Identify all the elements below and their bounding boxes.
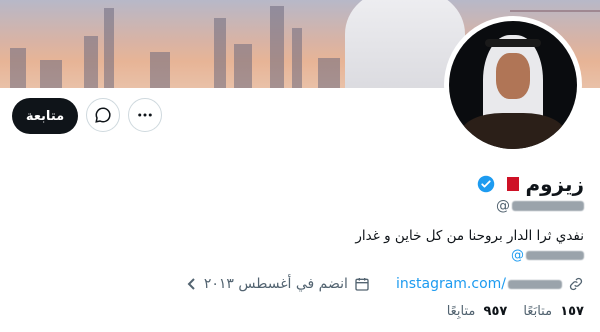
bio-mention-at: @ (511, 248, 524, 263)
calendar-icon (355, 278, 369, 291)
following-count: ١٥٧ (560, 304, 584, 319)
avatar-face (496, 53, 530, 99)
profile-avatar[interactable] (444, 16, 582, 154)
banner-building (84, 36, 98, 88)
message-icon (95, 107, 111, 123)
avatar-photo (449, 21, 577, 149)
followers-label: متابِعًا (446, 304, 476, 319)
banner-building (318, 58, 340, 88)
banner-building (10, 48, 26, 88)
followers-count: ٩٥٧ (483, 304, 508, 319)
more-icon (138, 113, 152, 117)
chevron-left-icon[interactable] (186, 277, 198, 291)
profile-meta: instagram.com/ انضم في أغسطس ٢٠١٣ (186, 276, 584, 292)
followers-stat[interactable]: ٩٥٧ متابِعًا (447, 304, 508, 319)
website-redacted (508, 279, 562, 289)
banner-building (270, 6, 284, 88)
name-row: زيزوم (477, 172, 584, 196)
profile-handle: @ (496, 198, 584, 214)
profile-stats: ١٥٧ متابَعًا ٩٥٧ متابِعًا (447, 304, 584, 319)
handle-at: @ (496, 198, 510, 214)
banner-building (214, 18, 226, 88)
following-label: متابَعًا (523, 304, 553, 319)
bahrain-flag-icon (501, 177, 520, 191)
message-button[interactable] (86, 98, 120, 132)
banner-building (40, 60, 62, 88)
verified-badge-icon[interactable] (477, 175, 495, 193)
display-name: زيزوم (525, 172, 584, 196)
profile-bio: نفدي ثرا الدار بروحنا من كل خاين و غدار (355, 228, 584, 244)
more-button[interactable] (128, 98, 162, 132)
avatar-agal (485, 39, 541, 47)
banner-building (292, 28, 302, 88)
bio-mention-redacted (526, 251, 584, 260)
handle-redacted (512, 201, 584, 211)
website-text: instagram.com/ (395, 276, 506, 292)
following-stat[interactable]: ١٥٧ متابَعًا (523, 304, 584, 319)
bio-mention[interactable]: @ (511, 248, 584, 263)
banner-building (150, 52, 170, 88)
joined-date: انضم في أغسطس ٢٠١٣ (203, 276, 348, 292)
link-icon (569, 277, 583, 291)
follow-button[interactable]: متابعة (12, 98, 78, 134)
avatar-cloak (461, 113, 565, 149)
banner-building (234, 44, 252, 88)
banner-building (104, 8, 114, 88)
website-link[interactable]: instagram.com/ (396, 276, 562, 292)
